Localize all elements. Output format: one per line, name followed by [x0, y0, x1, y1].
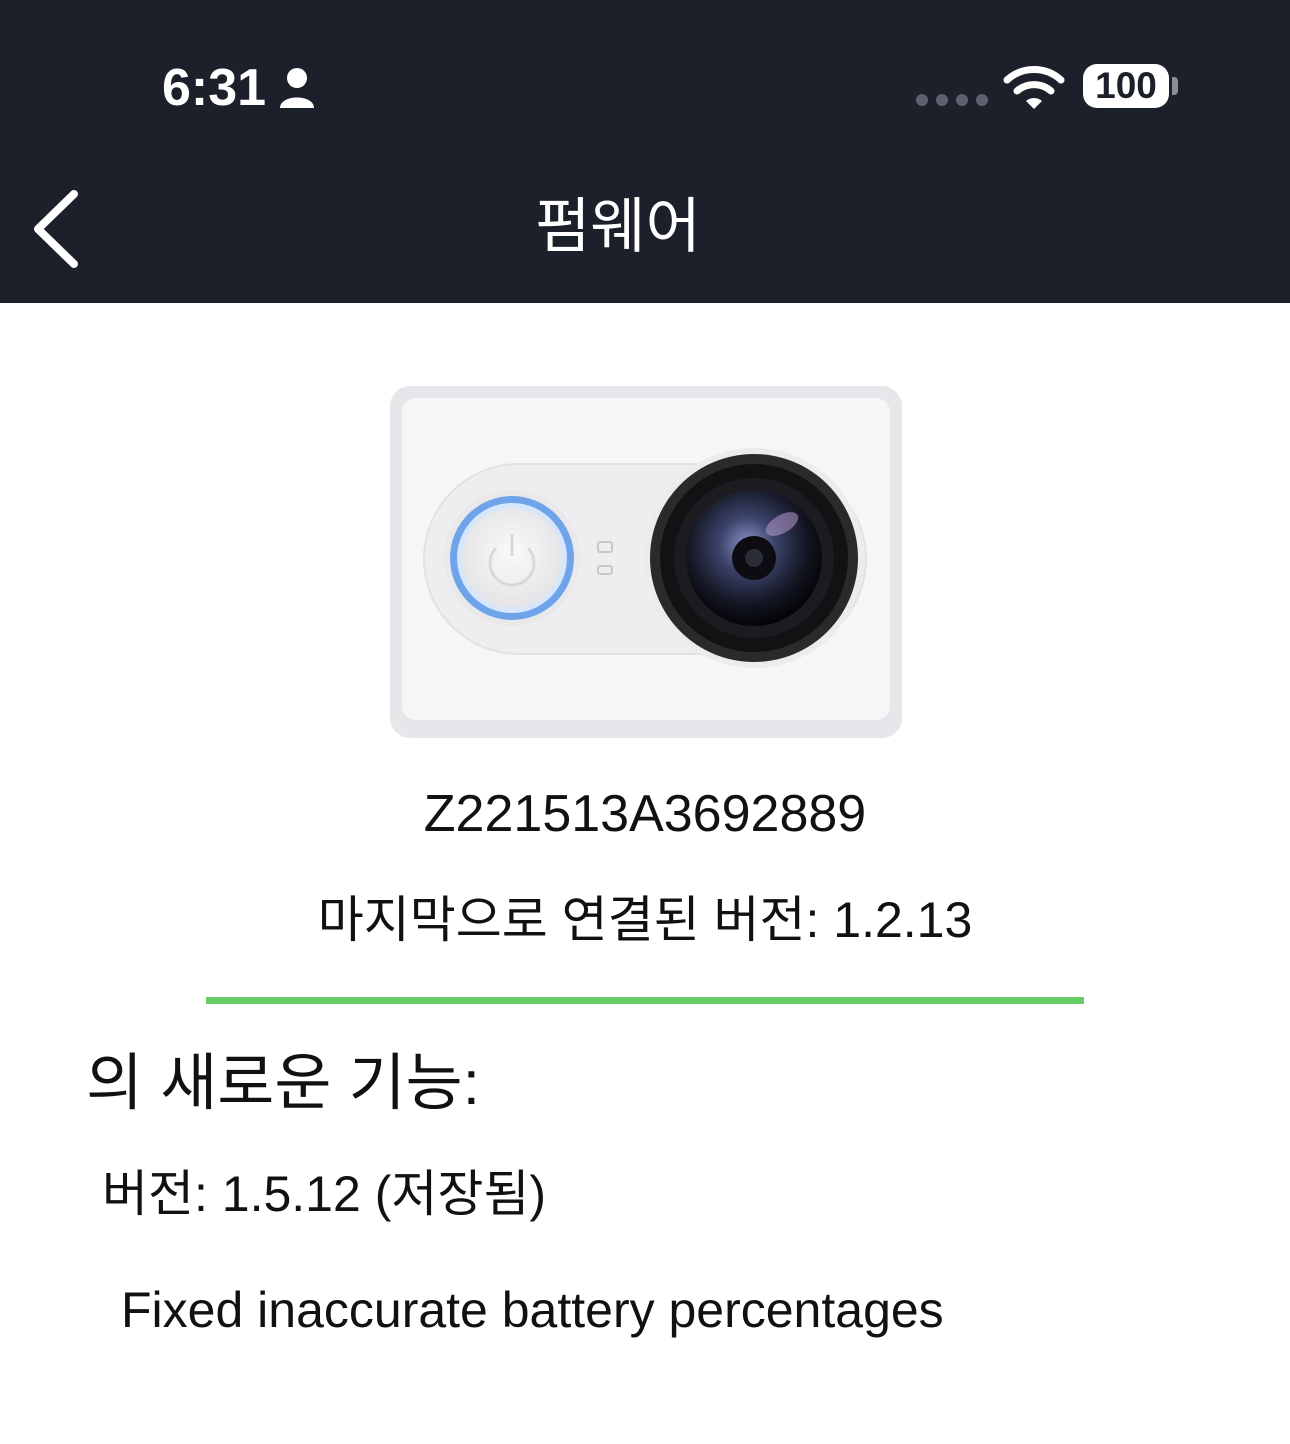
release-note: Fixed inaccurate battery percentages [121, 1282, 944, 1338]
cellular-signal-icon [916, 94, 988, 106]
action-camera-image [390, 386, 902, 738]
battery-icon: 100 [1083, 64, 1169, 108]
page-title-label: 펌웨어 [535, 193, 701, 260]
firmware-version: 버전: 1.5.12 (저장됨) [102, 1166, 546, 1222]
top-header: 6:31 100 펌웨어 [0, 0, 1290, 303]
status-time-label: 6:31 [162, 59, 267, 117]
status-time: 6:31 [162, 58, 316, 118]
last-connected-version: 마지막으로 연결된 버전: 1.2.13 [317, 892, 973, 948]
wifi-icon [1003, 66, 1065, 109]
person-icon [280, 68, 315, 108]
page-title: 펌웨어 [0, 190, 1236, 264]
battery-level: 100 [1095, 65, 1157, 106]
new-features-heading: 의 새로운 기능: [86, 1049, 480, 1118]
device-serial: Z221513A3692889 [423, 785, 867, 843]
battery-tip [1172, 77, 1178, 95]
progress-divider [206, 997, 1084, 1004]
